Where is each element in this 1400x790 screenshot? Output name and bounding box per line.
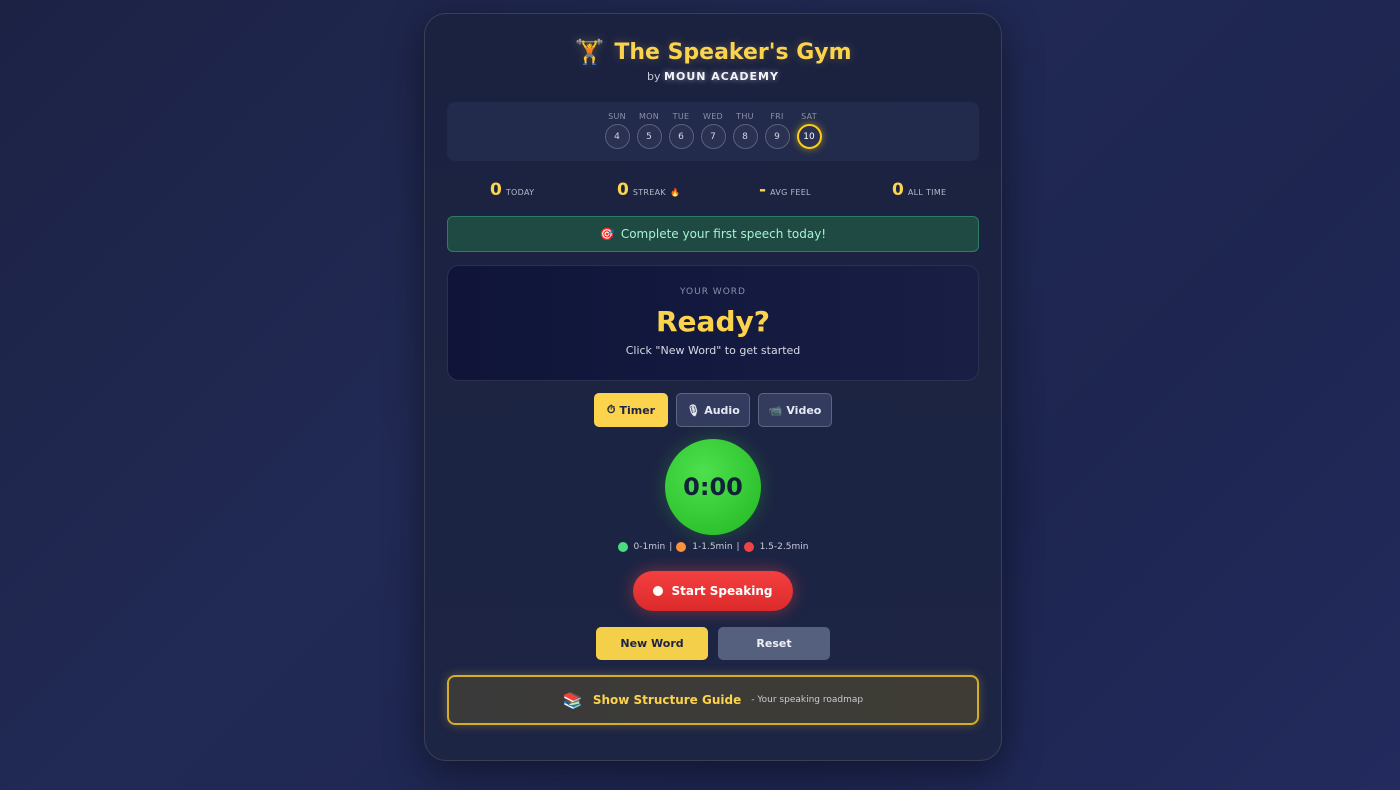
legend-separator: | — [736, 542, 740, 552]
day-label: WED — [702, 112, 724, 121]
day-sat-today: SAT 10 — [796, 112, 822, 161]
start-label: Start Speaking — [671, 584, 773, 598]
weightlifter-icon: 🏋 — [574, 38, 605, 66]
reset-button[interactable]: Reset — [718, 627, 830, 660]
day-date: 4 — [604, 124, 630, 149]
guide-title: Show Structure Guide — [592, 693, 742, 707]
new-word-button[interactable]: New Word — [596, 627, 708, 660]
mode-video-button[interactable]: 📹 Video — [758, 393, 832, 427]
stat-value: - — [759, 180, 767, 200]
start-speaking-button[interactable]: Start Speaking — [633, 571, 793, 611]
guide-subtitle: - Your speaking roadmap — [751, 695, 864, 705]
day-wed: WED 7 — [700, 112, 726, 161]
microphone-icon: 🎙 — [686, 403, 701, 417]
day-date: 10 — [796, 124, 822, 149]
red-dot-icon — [743, 542, 754, 552]
stats-row: 0 TODAY 0 STREAK 🔥 - AVG FEEL 0 ALL TIME — [447, 180, 979, 202]
day-mon: MON 5 — [636, 112, 662, 161]
stat-all-time: 0 ALL TIME — [892, 180, 946, 200]
stat-label: ALL TIME — [907, 188, 947, 197]
day-label: FRI — [770, 112, 784, 121]
stat-value: 0 — [892, 180, 904, 200]
app-title-text: The Speaker's Gym — [614, 39, 852, 65]
fire-icon: 🔥 — [669, 188, 681, 197]
day-label: THU — [736, 112, 754, 121]
legend-label: 0-1min — [633, 542, 666, 552]
day-date: 8 — [732, 124, 758, 149]
mode-timer-button[interactable]: ⏱ Timer — [594, 393, 668, 427]
green-dot-icon — [617, 542, 628, 552]
stat-today: 0 TODAY — [490, 180, 534, 200]
structure-guide-toggle[interactable]: 📚 Show Structure Guide - Your speaking r… — [447, 675, 979, 725]
legend-separator: | — [669, 542, 673, 552]
day-label: MON — [638, 112, 660, 121]
books-icon: 📚 — [562, 690, 583, 710]
word-panel: YOUR WORD Ready? Click "New Word" to get… — [447, 265, 979, 381]
day-date: 7 — [700, 124, 726, 149]
goal-banner: 🎯 Complete your first speech today! — [447, 216, 979, 252]
mode-audio-button[interactable]: 🎙 Audio — [676, 393, 750, 427]
by-prefix: by — [647, 70, 661, 83]
mode-label: Audio — [704, 403, 740, 417]
stat-value: 0 — [490, 180, 502, 200]
day-date: 9 — [764, 124, 790, 149]
app-card: 🏋 The Speaker's Gym by MOUN ACADEMY SUN … — [424, 13, 1002, 761]
app-subtitle: by MOUN ACADEMY — [425, 70, 1001, 83]
day-thu: THU 8 — [732, 112, 758, 161]
word-label: YOUR WORD — [680, 287, 746, 297]
legend-label: 1.5-2.5min — [759, 542, 809, 552]
target-icon: 🎯 — [599, 227, 615, 241]
day-tue: TUE 6 — [668, 112, 694, 161]
mode-label: Timer — [619, 403, 656, 417]
camera-icon: 📹 — [768, 403, 783, 417]
timer-display: 0:00 — [665, 439, 761, 535]
stat-label: STREAK — [632, 188, 666, 197]
banner-text: Complete your first speech today! — [620, 227, 827, 241]
brand-name: MOUN ACADEMY — [664, 70, 779, 83]
word-value: Ready? — [656, 305, 770, 338]
app-title: 🏋 The Speaker's Gym — [574, 38, 851, 66]
stat-label: TODAY — [505, 188, 535, 197]
day-label: TUE — [672, 112, 690, 121]
mode-label: Video — [786, 403, 822, 417]
legend-label: 1-1.5min — [692, 542, 733, 552]
day-date: 6 — [668, 124, 694, 149]
day-fri: FRI 9 — [764, 112, 790, 161]
mode-selector: ⏱ Timer 🎙 Audio 📹 Video — [425, 393, 1001, 427]
word-hint: Click "New Word" to get started — [625, 344, 801, 357]
orange-dot-icon — [676, 542, 687, 552]
record-dot-icon — [653, 586, 664, 596]
stat-label: AVG FEEL — [770, 188, 811, 197]
header: 🏋 The Speaker's Gym by MOUN ACADEMY — [425, 38, 1001, 83]
day-sun: SUN 4 — [604, 112, 630, 161]
stopwatch-icon: ⏱ — [606, 403, 616, 416]
day-label: SUN — [608, 112, 626, 121]
day-label: SAT — [801, 112, 817, 121]
day-date: 5 — [636, 124, 662, 149]
week-calendar: SUN 4 MON 5 TUE 6 WED 7 THU 8 FRI 9 SAT … — [447, 102, 979, 161]
action-buttons: New Word Reset — [425, 627, 1001, 660]
stat-value: 0 — [617, 180, 629, 200]
stat-avg-feel: - AVG FEEL — [759, 180, 811, 200]
stat-streak: 0 STREAK 🔥 — [617, 180, 680, 200]
timer-legend: 0-1min | 1-1.5min | 1.5-2.5min — [425, 542, 1001, 552]
